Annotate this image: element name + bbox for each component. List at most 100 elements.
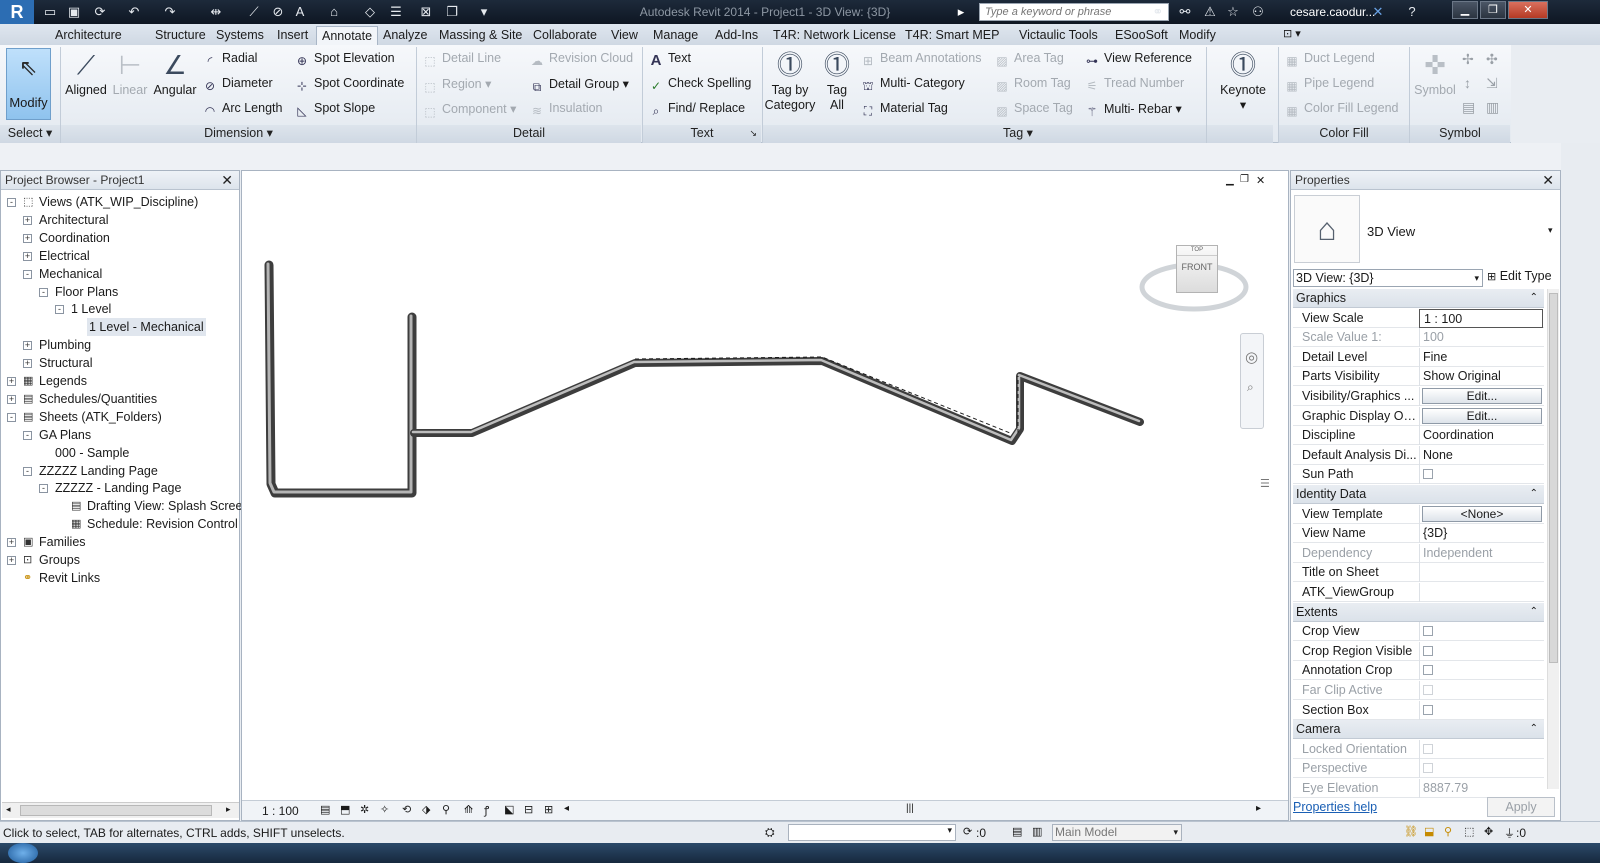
collapse-icon[interactable]: -: [23, 466, 32, 476]
property-value[interactable]: [1419, 681, 1543, 700]
section-icon[interactable]: ◇: [362, 4, 378, 20]
tree-item[interactable]: ⚭ Revit Links: [1, 569, 239, 587]
property-checkbox[interactable]: [1423, 645, 1433, 656]
tree-item[interactable]: - Floor Plans: [1, 283, 239, 301]
text-panel-title[interactable]: Text ↘: [643, 125, 761, 143]
property-edit-button[interactable]: Edit...: [1422, 388, 1542, 404]
property-value[interactable]: Coordination: [1419, 426, 1543, 446]
edit-type-button[interactable]: ⊞ Edit Type: [1487, 269, 1552, 283]
space-tag-button[interactable]: ▨ Space Tag: [994, 101, 1073, 119]
editing-requests-icon[interactable]: ⟳: [963, 825, 972, 838]
expand-icon[interactable]: +: [23, 215, 32, 225]
expand-arrow-icon[interactable]: ▸: [953, 4, 969, 20]
highlight-displacement-icon[interactable]: ⊟: [524, 803, 533, 816]
scroll-left-icon[interactable]: ◂: [564, 803, 569, 814]
visual-style-icon[interactable]: ⬒: [340, 803, 350, 816]
crop-region-icon[interactable]: ⬗: [422, 803, 430, 816]
component-button[interactable]: ⬚ Component ▾: [422, 101, 516, 120]
arc-length-button[interactable]: ◠ Arc Length: [202, 101, 283, 119]
ribbon-minimize-icon[interactable]: ⊡ ▾: [1283, 27, 1301, 40]
tree-item[interactable]: + Structural: [1, 354, 239, 372]
search-input[interactable]: [979, 3, 1169, 21]
binoculars-icon[interactable]: ⚭: [1150, 4, 1166, 20]
tree-item[interactable]: + Architectural: [1, 211, 239, 229]
area-tag-button[interactable]: ▨ Area Tag: [994, 51, 1063, 69]
property-group-extents[interactable]: Extents ⌃: [1293, 602, 1544, 622]
measure-icon[interactable]: ⇹: [208, 4, 224, 20]
dimension-panel-title[interactable]: Dimension ▾: [61, 125, 416, 143]
tree-item[interactable]: - ZZZZZ Landing Page: [1, 462, 239, 480]
collapse-icon[interactable]: -: [7, 412, 16, 422]
tab-t4r-network-license[interactable]: T4R: Network License: [768, 26, 901, 45]
favorites-star-icon[interactable]: ☆: [1225, 4, 1241, 20]
select-pinned-icon[interactable]: ⚲: [1444, 825, 1452, 838]
communication-icon[interactable]: ⚠: [1202, 4, 1218, 20]
detail-group-button[interactable]: ⧉ Detail Group ▾: [529, 76, 629, 95]
maximize-button[interactable]: ❐: [1480, 1, 1506, 19]
collapse-icon[interactable]: -: [23, 269, 32, 279]
tree-item[interactable]: 1 Level - Mechanical: [1, 318, 239, 337]
property-value[interactable]: [1419, 583, 1543, 602]
property-value[interactable]: [1419, 700, 1543, 720]
design-options-icon[interactable]: ▤: [1012, 825, 1022, 838]
property-value[interactable]: [1419, 622, 1543, 642]
tab-structure[interactable]: Structure: [150, 26, 211, 45]
tab-systems[interactable]: Systems: [211, 26, 269, 45]
save-icon[interactable]: ▣: [66, 4, 82, 20]
spot-slope-button[interactable]: ◺ Spot Slope: [294, 101, 375, 119]
tree-item[interactable]: 000 - Sample: [1, 444, 239, 462]
design-options-editing-icon[interactable]: ▥: [1032, 825, 1042, 838]
property-value[interactable]: {3D}: [1419, 524, 1543, 544]
tab-massing-site[interactable]: Massing & Site: [434, 26, 527, 45]
redo-icon[interactable]: ↷: [162, 4, 178, 20]
tag-panel-title[interactable]: Tag ▾: [763, 125, 1273, 143]
text-icon[interactable]: A: [292, 4, 308, 20]
zoom-icon[interactable]: ⌕: [1247, 380, 1254, 395]
vertical-scroll-icon[interactable]: ☰: [1260, 477, 1270, 490]
temporary-hide-icon[interactable]: ⟰: [464, 803, 473, 816]
apply-button[interactable]: Apply: [1487, 797, 1555, 817]
tab-architecture[interactable]: Architecture: [50, 26, 127, 45]
properties-scrollbar[interactable]: [1547, 289, 1559, 789]
tab-add-ins[interactable]: Add-Ins: [710, 26, 763, 45]
collapse-icon[interactable]: -: [23, 430, 32, 440]
tab-modify[interactable]: Modify: [1174, 26, 1221, 45]
check-spelling-button[interactable]: ✓ Check Spelling: [648, 76, 751, 94]
tab-esoosoft[interactable]: ESooSoft: [1110, 26, 1173, 45]
tree-item[interactable]: - ⬚ Views (ATK_WIP_Discipline): [1, 193, 239, 211]
user-icon[interactable]: ⚇: [1250, 4, 1266, 20]
insulation-button[interactable]: ≋ Insulation: [529, 101, 603, 119]
collapse-group-icon[interactable]: ⌃: [1530, 485, 1538, 503]
tree-item[interactable]: + ⊡ Groups: [1, 551, 239, 569]
select-underlay-icon[interactable]: ⬓: [1424, 825, 1434, 838]
property-value[interactable]: [1419, 465, 1543, 485]
expand-icon[interactable]: +: [23, 233, 32, 243]
tree-item[interactable]: ▦ Schedule: Revision Control: [1, 515, 239, 533]
stair-path-icon[interactable]: ✢: [1462, 51, 1474, 68]
area-reinforcement-symbol-icon[interactable]: ⇲: [1486, 75, 1498, 92]
instance-selector[interactable]: 3D View: {3D} ▾: [1293, 269, 1483, 287]
property-value[interactable]: Edit...: [1419, 387, 1543, 406]
beam-annotations-button[interactable]: ⊞ Beam Annotations: [860, 51, 982, 69]
subscription-icon[interactable]: ⚯: [1177, 4, 1193, 20]
color-fill-legend-button[interactable]: ▦ Color Fill Legend: [1284, 101, 1398, 119]
tree-item[interactable]: + Electrical: [1, 247, 239, 265]
workset-select[interactable]: ▾: [788, 824, 956, 841]
browser-horizontal-scrollbar[interactable]: ◂ ▸: [2, 802, 239, 818]
scroll-right-icon[interactable]: ▸: [1256, 803, 1261, 814]
properties-help-link[interactable]: Properties help: [1293, 800, 1377, 814]
expand-icon[interactable]: +: [23, 251, 32, 261]
collapse-group-icon[interactable]: ⌃: [1530, 289, 1538, 307]
view-scale-label[interactable]: 1 : 100: [262, 804, 299, 818]
lock-3d-view-icon[interactable]: ⚲: [442, 803, 450, 816]
steering-wheel-icon[interactable]: ◎: [1245, 348, 1258, 366]
expand-icon[interactable]: +: [23, 341, 32, 351]
path-reinforcement-icon[interactable]: ▤: [1462, 99, 1475, 116]
3d-view-canvas[interactable]: ▁ ❐ ✕ TOP FRONT ◎ ⌕ ☰ 1 : 100 ▤ ⬒ ✲ ✧ ⟲ …: [241, 170, 1289, 821]
tab-view[interactable]: View: [606, 26, 643, 45]
aligned-dimension-button[interactable]: ⟋ Aligned: [62, 49, 110, 98]
tab-analyze[interactable]: Analyze: [378, 26, 432, 45]
revision-cloud-button[interactable]: ☁ Revision Cloud: [529, 51, 633, 69]
select-links-icon[interactable]: ⛓: [1404, 825, 1418, 838]
tab-victaulic-tools[interactable]: Victaulic Tools: [1014, 26, 1103, 45]
